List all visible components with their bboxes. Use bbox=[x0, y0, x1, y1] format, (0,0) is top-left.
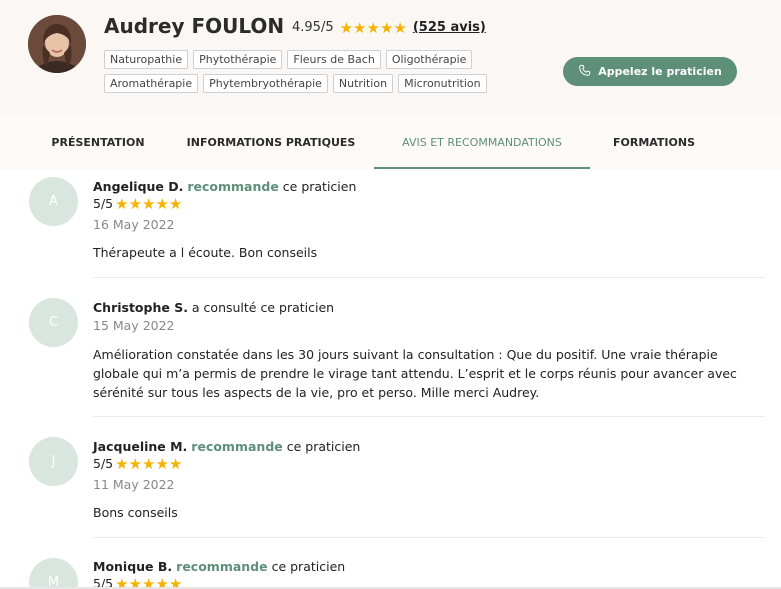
tag-row-2: Aromathérapie Phytembryothérapie Nutriti… bbox=[104, 74, 524, 93]
tag-fleurs-de-bach: Fleurs de Bach bbox=[287, 50, 381, 69]
practitioner-photo bbox=[28, 15, 86, 73]
review-stars-icon: ★★★★★ bbox=[115, 194, 183, 213]
reviewer-name: Christophe S. bbox=[93, 300, 188, 315]
reviewer-suffix: ce praticien bbox=[282, 439, 361, 454]
profile-tabs: PRÉSENTATION INFORMATIONS PRATIQUES AVIS… bbox=[0, 114, 781, 170]
tag-row-1: Naturopathie Phytothérapie Fleurs de Bac… bbox=[104, 50, 524, 69]
call-button-label: Appelez le praticien bbox=[598, 65, 722, 78]
rating-stars-icon: ★★★★★ bbox=[339, 18, 407, 37]
reviewer-line: Christophe S. a consulté ce praticien bbox=[93, 300, 334, 315]
specialty-tags: Naturopathie Phytothérapie Fleurs de Bac… bbox=[104, 50, 524, 98]
review-comment: Amélioration constatée dans les 30 jours… bbox=[93, 347, 737, 400]
tag-nutrition: Nutrition bbox=[332, 74, 394, 93]
tag-phytotherapie: Phytothérapie bbox=[193, 50, 283, 69]
tab-avis-recommandations[interactable]: AVIS ET RECOMMANDATIONS bbox=[374, 114, 590, 170]
review-divider bbox=[93, 277, 765, 278]
tag-micronutrition: Micronutrition bbox=[398, 74, 487, 93]
review-divider bbox=[93, 537, 765, 538]
reviewer-suffix: ce praticien bbox=[267, 559, 346, 574]
review-score-value: 5/5 bbox=[93, 196, 114, 211]
reviewer-name: Jacqueline M. bbox=[93, 439, 188, 454]
reviewer-suffix: ce praticien bbox=[278, 179, 357, 194]
reviewer-name: Monique B. bbox=[93, 559, 173, 574]
recommend-label: recommande bbox=[176, 559, 268, 574]
active-tab-indicator bbox=[374, 167, 590, 169]
review-date: 16 May 2022 bbox=[93, 217, 175, 232]
rating-summary: 4.95/5 ★★★★★ (525 avis) bbox=[292, 20, 486, 35]
recommend-label: recommande bbox=[191, 439, 283, 454]
reviews-count-link[interactable]: (525 avis) bbox=[413, 20, 486, 35]
review-comment: Thérapeute a l écoute. Bon conseils bbox=[93, 245, 318, 260]
reviewer-suffix: a consulté ce praticien bbox=[187, 300, 335, 315]
review-score: 5/5 ★★★★★ bbox=[93, 196, 182, 211]
tag-naturopathie: Naturopathie bbox=[104, 50, 189, 69]
review-stars-icon: ★★★★★ bbox=[115, 454, 183, 473]
review-date: 11 May 2022 bbox=[93, 477, 175, 492]
reviewer-avatar: J bbox=[29, 437, 78, 486]
tab-informations-pratiques[interactable]: INFORMATIONS PRATIQUES bbox=[180, 114, 362, 170]
reviewer-name: Angelique D. bbox=[93, 179, 184, 194]
review-comment: Bons conseils bbox=[93, 505, 178, 520]
practitioner-name: Audrey FOULON bbox=[104, 14, 285, 38]
tag-aromatherapie: Aromathérapie bbox=[104, 74, 199, 93]
phone-icon bbox=[578, 64, 591, 80]
rating-value: 4.95/5 bbox=[292, 20, 334, 35]
reviewer-line: Angelique D. recommande ce praticien bbox=[93, 179, 356, 194]
call-practitioner-button[interactable]: Appelez le praticien bbox=[563, 57, 737, 86]
reviewer-line: Jacqueline M. recommande ce praticien bbox=[93, 439, 360, 454]
reviewer-line: Monique B. recommande ce praticien bbox=[93, 559, 345, 574]
review-date: 15 May 2022 bbox=[93, 318, 175, 333]
reviewer-avatar: C bbox=[29, 298, 78, 347]
tag-oligotherapie: Oligothérapie bbox=[385, 50, 473, 69]
tag-phytembryotherapie: Phytembryothérapie bbox=[203, 74, 328, 93]
review-score-value: 5/5 bbox=[93, 456, 114, 471]
tab-presentation[interactable]: PRÉSENTATION bbox=[40, 114, 156, 170]
review-score: 5/5 ★★★★★ bbox=[93, 456, 182, 471]
reviewer-avatar: A bbox=[29, 177, 78, 226]
recommend-label: recommande bbox=[187, 179, 279, 194]
tab-formations[interactable]: FORMATIONS bbox=[602, 114, 706, 170]
practitioner-header: Audrey FOULON 4.95/5 ★★★★★ (525 avis) Na… bbox=[0, 0, 781, 114]
review-divider bbox=[93, 416, 765, 417]
reviewer-avatar: M bbox=[29, 558, 78, 589]
